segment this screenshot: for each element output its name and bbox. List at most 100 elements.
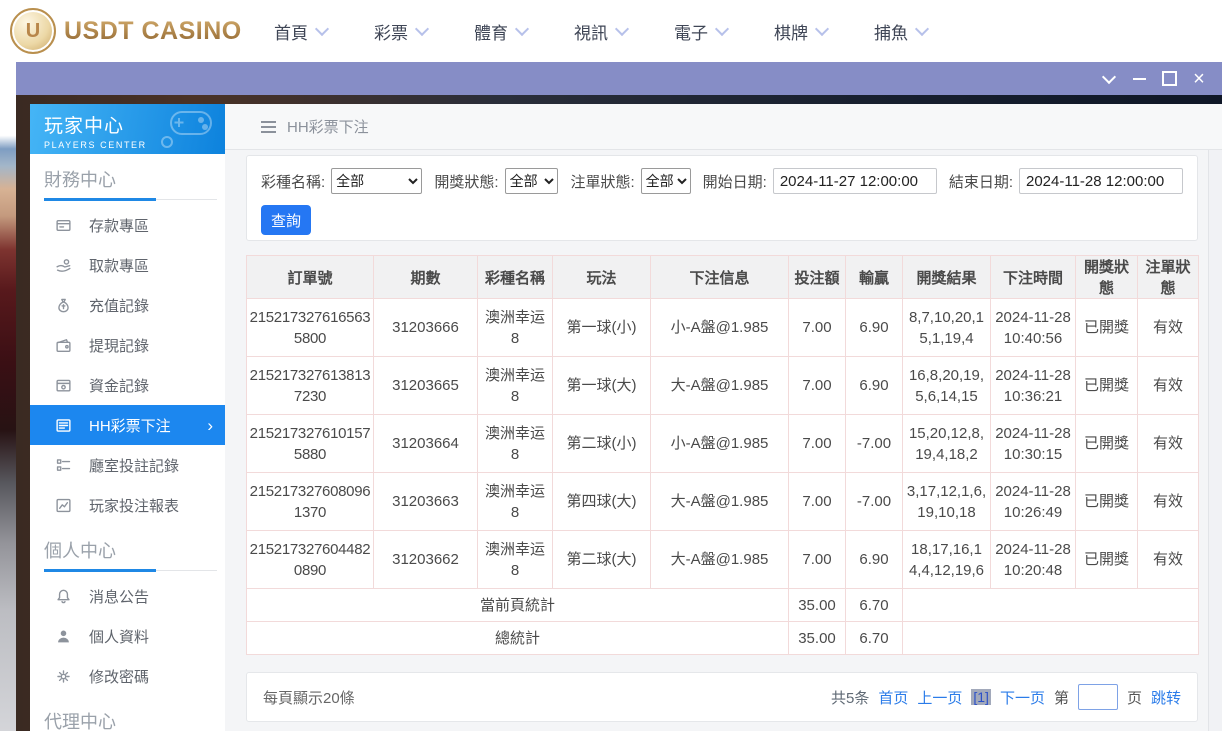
end-date-input[interactable]: [1019, 168, 1183, 194]
menu-icon[interactable]: [261, 120, 276, 133]
column-header: 開獎狀態: [1075, 255, 1138, 299]
top-nav: 首頁 彩票 體育 視訊 電子 棋牌 捕魚: [274, 19, 930, 44]
cell-order-status: 有效: [1137, 356, 1199, 415]
jump-prefix-label: 第: [1053, 689, 1069, 707]
deposit-card-icon: [55, 217, 72, 234]
cell-lottery: 澳洲幸运8: [477, 472, 553, 531]
summary-label: 總統計: [246, 621, 789, 655]
order-status-select[interactable]: 全部: [640, 168, 691, 194]
sidebar-item[interactable]: 消息公告: [30, 576, 225, 616]
table-header-row: 訂單號 期數 彩種名稱 玩法 下注信息 投注額 輸贏 開獎結果 下注時間 開獎狀態 注單狀態: [246, 255, 1199, 299]
recharge-bag-icon: [55, 297, 72, 314]
column-header: 下注時間: [990, 255, 1076, 299]
sidebar-item[interactable]: 存款專區: [30, 205, 225, 245]
page-size-text: 每頁顯示20條: [263, 689, 355, 707]
sidebar-item[interactable]: HH彩票下注 ›: [30, 405, 225, 445]
sidebar-item-label: 玩家投注報表: [89, 497, 180, 515]
chevron-down-icon: [614, 21, 630, 36]
nav-item[interactable]: 電子: [674, 19, 730, 44]
nav-item[interactable]: 視訊: [574, 19, 630, 44]
table-row: 2152173276044820890 31203662 澳洲幸运8 第二球(大…: [246, 530, 1199, 589]
cell-result: 15,20,12,8,19,4,18,2: [902, 414, 991, 473]
nav-item[interactable]: 彩票: [374, 19, 430, 44]
bet-report-icon: [55, 497, 72, 514]
chevron-down-icon: [914, 21, 930, 36]
content-scrollbar[interactable]: [1208, 150, 1222, 731]
sidebar-item-label: 資金記錄: [89, 377, 150, 395]
query-button[interactable]: 查詢: [261, 205, 312, 235]
cell-order-id: 2152173276044820890: [246, 530, 374, 589]
cell-time: 2024-11-28 10:20:48: [990, 530, 1076, 589]
cell-time: 2024-11-28 10:40:56: [990, 298, 1076, 357]
cell-order-status: 有效: [1137, 298, 1199, 357]
cell-bet-info: 大-A盤@1.985: [650, 472, 789, 531]
breadcrumb: HH彩票下注: [225, 104, 1222, 150]
pagination: 共5条 首页 上一页 [1] 下一页 第 页 跳转: [831, 684, 1181, 710]
window-collapse-button[interactable]: [1094, 66, 1124, 92]
table-footer: 每頁顯示20條 共5条 首页 上一页 [1] 下一页 第 页 跳转: [246, 672, 1198, 722]
brand-logo[interactable]: U USDT CASINO: [10, 8, 242, 54]
summary-row: 總統計 35.00 6.70: [246, 621, 1199, 655]
announcement-bell-icon: [55, 588, 72, 605]
nav-item-label: 棋牌: [774, 23, 808, 43]
summary-spacer: [902, 621, 1199, 655]
window-maximize-button[interactable]: [1154, 66, 1184, 92]
profile-person-icon: [55, 628, 72, 645]
column-header: 訂單號: [246, 255, 374, 299]
nav-item[interactable]: 體育: [474, 19, 530, 44]
cell-order-status: 有效: [1137, 530, 1199, 589]
sidebar-header: 玩家中心 PLAYERS CENTER: [30, 104, 225, 154]
cell-win: 6.90: [845, 298, 903, 357]
gamepad-icon: [161, 111, 212, 148]
window-minimize-button[interactable]: [1124, 66, 1154, 92]
column-header: 注單狀態: [1137, 255, 1199, 299]
brand-logo-icon: U: [10, 8, 56, 54]
cell-period: 31203664: [373, 414, 478, 473]
filter-label: 結束日期:: [948, 173, 1013, 191]
nav-item[interactable]: 棋牌: [774, 19, 830, 44]
lottery-name-select[interactable]: 全部: [331, 168, 423, 194]
sidebar-item-label: 充值記錄: [89, 297, 150, 315]
sidebar-item[interactable]: 資金記錄: [30, 365, 225, 405]
filter-label: 彩種名稱:: [261, 173, 326, 191]
nav-item-label: 捕魚: [874, 23, 908, 43]
cell-lottery: 澳洲幸运8: [477, 356, 553, 415]
sidebar-item[interactable]: 充值記錄: [30, 285, 225, 325]
prev-page-link[interactable]: 上一页: [917, 687, 962, 708]
nav-item[interactable]: 首頁: [274, 19, 330, 44]
column-header: 期數: [373, 255, 478, 299]
column-header: 輸贏: [845, 255, 903, 299]
top-header: U USDT CASINO 首頁 彩票 體育 視訊 電子 棋牌 捕魚: [0, 0, 1222, 62]
page-jump-input[interactable]: [1077, 684, 1118, 710]
withdraw-record-icon: [55, 337, 72, 354]
cell-order-id: 2152173276101575880: [246, 414, 374, 473]
cell-period: 31203666: [373, 298, 478, 357]
sidebar-item[interactable]: 取款專區: [30, 245, 225, 285]
sidebar-item[interactable]: 個人資料: [30, 616, 225, 656]
nav-item[interactable]: 捕魚: [874, 19, 930, 44]
cell-period: 31203663: [373, 472, 478, 531]
sidebar-item-label: 修改密碼: [89, 668, 150, 686]
jump-page-link[interactable]: 跳转: [1151, 687, 1181, 708]
cell-time: 2024-11-28 10:36:21: [990, 356, 1076, 415]
first-page-link[interactable]: 首页: [878, 687, 908, 708]
sidebar-item[interactable]: 提現記錄: [30, 325, 225, 365]
cell-result: 16,8,20,19,5,6,14,15: [902, 356, 991, 415]
filter-label: 開獎狀態:: [434, 173, 499, 191]
summary-win: 6.70: [845, 588, 903, 622]
withdraw-hand-icon: [55, 257, 72, 274]
nav-item-label: 體育: [474, 23, 508, 43]
filter-label: 開始日期:: [702, 173, 767, 191]
cell-order-status: 有效: [1137, 414, 1199, 473]
room-record-icon: [55, 457, 72, 474]
sidebar-item[interactable]: 廳室投註記錄: [30, 445, 225, 485]
cell-order-status: 有效: [1137, 472, 1199, 531]
table-row: 2152173276165635800 31203666 澳洲幸运8 第一球(小…: [246, 298, 1199, 357]
cell-bet-info: 大-A盤@1.985: [650, 530, 789, 589]
sidebar-item[interactable]: 修改密碼: [30, 656, 225, 696]
next-page-link[interactable]: 下一页: [1000, 687, 1045, 708]
window-close-button[interactable]: ×: [1184, 66, 1214, 92]
draw-status-select[interactable]: 全部: [504, 168, 559, 194]
start-date-input[interactable]: [772, 168, 937, 194]
sidebar-item[interactable]: 玩家投注報表: [30, 485, 225, 525]
